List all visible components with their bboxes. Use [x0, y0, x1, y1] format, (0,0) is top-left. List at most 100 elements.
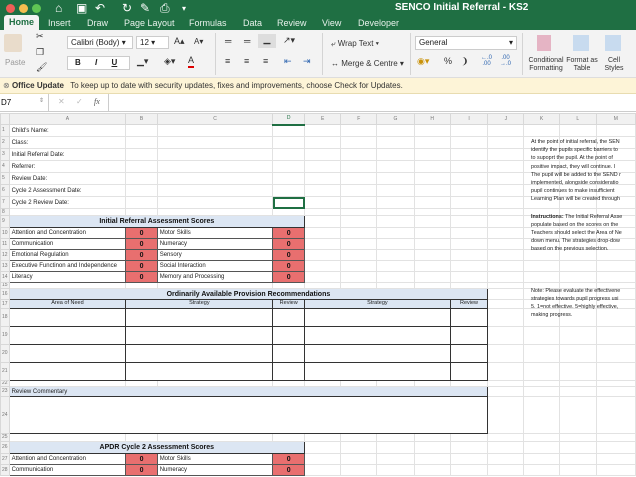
review-cell[interactable]	[272, 362, 306, 381]
cell[interactable]	[304, 433, 342, 442]
font-name-select[interactable]: Calibri (Body) ▾	[67, 36, 133, 49]
column-header[interactable]: K	[523, 113, 560, 125]
cell[interactable]	[340, 433, 378, 442]
cell[interactable]	[272, 160, 306, 173]
align-middle-icon[interactable]: ═	[244, 36, 250, 46]
cell[interactable]	[487, 172, 525, 185]
cell[interactable]	[523, 344, 560, 363]
cell[interactable]	[487, 184, 525, 197]
number-format-select[interactable]: General ▾	[415, 36, 517, 50]
cell[interactable]	[413, 160, 451, 173]
cell[interactable]	[449, 271, 489, 283]
cell[interactable]	[558, 386, 597, 397]
paste-icon[interactable]	[4, 34, 22, 52]
cell[interactable]	[272, 148, 306, 161]
row-header[interactable]: 12	[0, 249, 10, 261]
cut-icon[interactable]: ✂	[36, 31, 44, 42]
cell[interactable]	[413, 464, 451, 476]
cell[interactable]	[376, 184, 415, 197]
cell[interactable]	[487, 160, 525, 173]
tab-home[interactable]: Home	[4, 15, 40, 31]
cell[interactable]	[487, 344, 525, 363]
cell[interactable]	[340, 260, 378, 272]
cell[interactable]	[376, 271, 415, 283]
cell[interactable]	[558, 453, 597, 465]
paste-button[interactable]: Paste	[5, 58, 25, 67]
grow-font-button[interactable]: A▴	[174, 36, 185, 47]
name-box[interactable]: D7	[1, 98, 11, 107]
cell[interactable]	[449, 124, 489, 137]
row-header[interactable]: 19	[0, 326, 10, 345]
cell[interactable]	[376, 249, 415, 261]
cell[interactable]	[156, 184, 274, 197]
cell[interactable]	[376, 215, 415, 228]
score-value[interactable]: 0	[125, 464, 158, 476]
cell[interactable]	[558, 344, 597, 363]
cell[interactable]	[487, 362, 525, 381]
review-cell[interactable]	[272, 308, 306, 327]
cell[interactable]	[487, 433, 525, 442]
cell[interactable]	[595, 453, 636, 465]
cell[interactable]	[340, 249, 378, 261]
font-color-button[interactable]: A	[188, 55, 195, 68]
cell[interactable]	[558, 441, 597, 454]
cell[interactable]	[558, 396, 597, 434]
cell[interactable]	[272, 196, 306, 209]
cell[interactable]	[376, 260, 415, 272]
cell[interactable]	[487, 208, 525, 216]
score-value[interactable]: 0	[272, 238, 306, 250]
align-center-icon[interactable]: ≡	[244, 56, 249, 66]
cell[interactable]	[487, 271, 525, 283]
cell[interactable]	[487, 196, 525, 209]
cell[interactable]	[272, 172, 306, 185]
cell[interactable]	[413, 433, 451, 442]
cell[interactable]	[156, 208, 274, 216]
home-icon[interactable]: ⌂	[55, 1, 62, 15]
area-of-need-cell[interactable]	[8, 344, 127, 363]
conditional-formatting-button[interactable]: Conditional Formatting	[526, 57, 566, 73]
cell[interactable]	[413, 441, 451, 454]
tab-view[interactable]: View	[322, 16, 341, 30]
score-value[interactable]: 0	[272, 464, 306, 476]
redo-icon[interactable]: ↻	[122, 1, 132, 15]
strategy-cell[interactable]	[304, 308, 451, 327]
cell[interactable]	[340, 453, 378, 465]
cell[interactable]	[156, 433, 274, 442]
enter-icon[interactable]: ✓	[76, 97, 83, 106]
cell-styles-icon[interactable]	[605, 35, 621, 51]
column-header[interactable]: A	[8, 113, 127, 125]
cell[interactable]	[156, 148, 274, 161]
column-header[interactable]: F	[340, 113, 378, 125]
column-header[interactable]: I	[449, 113, 489, 125]
accounting-format-icon[interactable]: ◉▾	[417, 56, 429, 67]
cell[interactable]	[125, 160, 158, 173]
cell[interactable]	[449, 433, 489, 442]
percent-button[interactable]: %	[444, 56, 452, 66]
cell[interactable]	[304, 464, 342, 476]
cell[interactable]	[156, 160, 274, 173]
align-left-icon[interactable]: ≡	[225, 56, 230, 66]
merge-centre-button[interactable]: ↔ Merge & Centre ▾	[331, 59, 404, 68]
cell[interactable]	[487, 464, 525, 476]
customize-toolbar-icon[interactable]: ▾	[182, 4, 186, 13]
italic-button[interactable]: I	[95, 58, 97, 67]
column-header[interactable]: M	[595, 113, 636, 125]
cell[interactable]	[413, 227, 451, 239]
cell[interactable]	[340, 227, 378, 239]
review-cell[interactable]	[449, 362, 489, 381]
cell[interactable]	[523, 396, 560, 434]
cell[interactable]	[304, 260, 342, 272]
cell[interactable]	[125, 184, 158, 197]
cell[interactable]	[125, 148, 158, 161]
row-header[interactable]: 13	[0, 260, 10, 272]
review-cell[interactable]	[449, 308, 489, 327]
cell[interactable]	[523, 124, 560, 137]
row-header[interactable]: 10	[0, 227, 10, 239]
cell[interactable]	[487, 227, 525, 239]
cell[interactable]	[487, 249, 525, 261]
cell[interactable]	[487, 453, 525, 465]
cell[interactable]	[376, 433, 415, 442]
cell[interactable]	[376, 227, 415, 239]
cell[interactable]	[487, 238, 525, 250]
cell[interactable]	[376, 238, 415, 250]
